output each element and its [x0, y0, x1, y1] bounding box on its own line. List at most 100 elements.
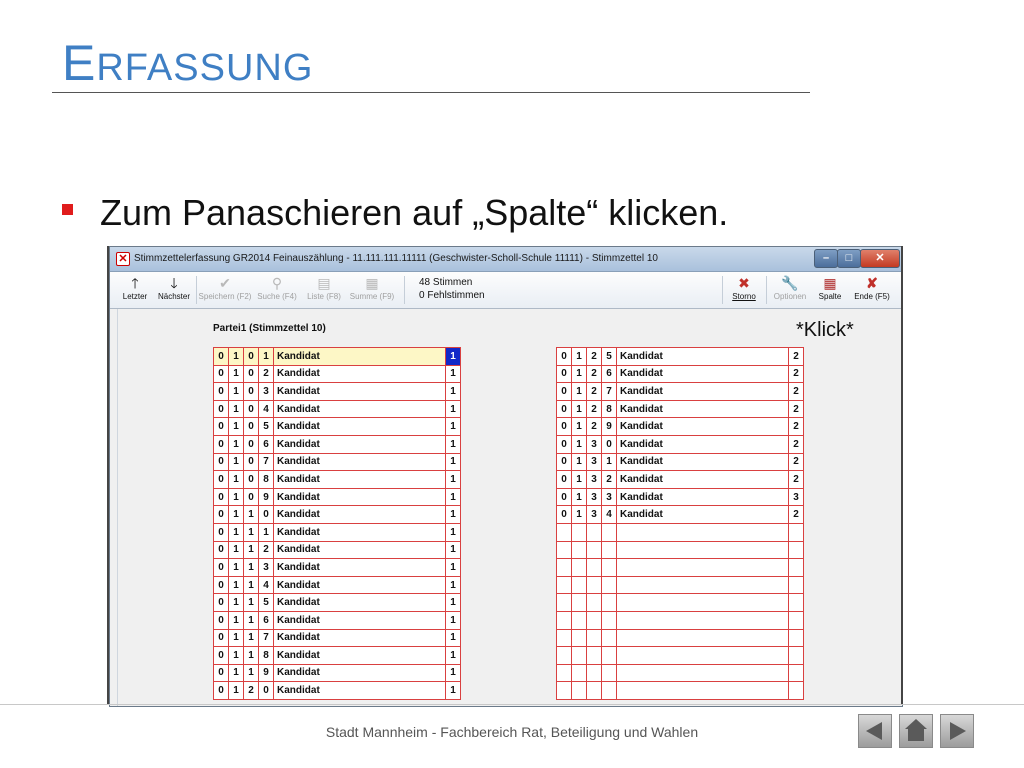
table-row[interactable] [556, 681, 804, 700]
vote-cell[interactable]: 1 [445, 434, 461, 454]
vote-cell[interactable] [788, 610, 804, 630]
vote-cell[interactable]: 2 [788, 505, 804, 524]
table-row[interactable]: 0 1 3 0 Kandidat 2 [556, 434, 804, 454]
vote-cell[interactable]: 2 [788, 347, 804, 366]
spalte-button[interactable]: ▦ Spalte [812, 274, 848, 306]
vote-cell[interactable]: 2 [788, 417, 804, 436]
vote-cell[interactable]: 1 [445, 593, 461, 612]
vote-cell[interactable]: 1 [445, 382, 461, 401]
vote-cell[interactable]: 1 [445, 575, 461, 595]
maximize-button[interactable]: □ [837, 249, 861, 268]
vote-cell[interactable]: 1 [445, 452, 461, 472]
vote-cell[interactable] [788, 646, 804, 665]
vote-cell[interactable] [788, 593, 804, 612]
table-row[interactable] [556, 575, 804, 595]
vote-cell[interactable]: 1 [445, 487, 461, 507]
table-row[interactable]: 0 1 1 1 Kandidat 1 [213, 522, 461, 542]
table-row[interactable]: 0 1 2 9 Kandidat 2 [556, 417, 804, 436]
vote-cell[interactable]: 2 [788, 434, 804, 454]
vote-cell[interactable]: 1 [445, 505, 461, 524]
vote-cell[interactable]: 2 [788, 364, 804, 384]
table-row[interactable]: 0 1 3 1 Kandidat 2 [556, 452, 804, 472]
table-row[interactable]: 0 1 0 8 Kandidat 1 [213, 470, 461, 489]
table-row[interactable]: 0 1 3 2 Kandidat 2 [556, 470, 804, 489]
digit-cell: 0 [213, 434, 229, 454]
speichern-button[interactable]: ✔ Speichern (F2) [198, 274, 252, 306]
table-row[interactable]: 0 1 1 5 Kandidat 1 [213, 593, 461, 612]
table-row[interactable] [556, 610, 804, 630]
vote-cell[interactable]: 1 [445, 681, 461, 700]
table-row[interactable]: 0 1 1 4 Kandidat 1 [213, 575, 461, 595]
table-row[interactable]: 0 1 1 3 Kandidat 1 [213, 558, 461, 577]
vote-cell[interactable]: 1 [445, 663, 461, 683]
vote-cell[interactable]: 1 [445, 470, 461, 489]
vote-cell[interactable]: 1 [445, 540, 461, 560]
table-row[interactable]: 0 1 0 7 Kandidat 1 [213, 452, 461, 472]
table-row[interactable]: 0 1 1 8 Kandidat 1 [213, 646, 461, 665]
table-row[interactable] [556, 628, 804, 648]
vote-cell[interactable]: 2 [788, 452, 804, 472]
letzter-button[interactable]: 🡑 Letzter [116, 274, 154, 306]
table-row[interactable]: 0 1 0 2 Kandidat 1 [213, 364, 461, 384]
table-row[interactable]: 0 1 3 3 Kandidat 3 [556, 487, 804, 507]
vote-cell[interactable]: 1 [445, 522, 461, 542]
table-row[interactable]: 0 1 1 7 Kandidat 1 [213, 628, 461, 648]
suche-button[interactable]: ⚲ Suche (F4) [254, 274, 300, 306]
vote-cell[interactable]: 1 [445, 628, 461, 648]
summe-button[interactable]: ▦ Summe (F9) [348, 274, 396, 306]
table-row[interactable] [556, 522, 804, 542]
vote-cell[interactable]: 2 [788, 399, 804, 419]
table-row[interactable]: 0 1 2 5 Kandidat 2 [556, 347, 804, 366]
table-row[interactable]: 0 1 1 9 Kandidat 1 [213, 663, 461, 683]
digit-cell [586, 522, 602, 542]
vote-cell[interactable]: 1 [445, 610, 461, 630]
table-row[interactable]: 0 1 2 6 Kandidat 2 [556, 364, 804, 384]
vote-cell[interactable]: 1 [445, 646, 461, 665]
table-row[interactable]: 0 1 1 0 Kandidat 1 [213, 505, 461, 524]
vote-cell[interactable]: 2 [788, 382, 804, 401]
table-row[interactable]: 0 1 0 4 Kandidat 1 [213, 399, 461, 419]
vote-cell[interactable]: 1 [445, 399, 461, 419]
table-row[interactable]: 0 1 2 0 Kandidat 1 [213, 681, 461, 700]
optionen-button[interactable]: 🔧 Optionen [770, 274, 810, 306]
table-row[interactable]: 0 1 2 8 Kandidat 2 [556, 399, 804, 419]
table-row[interactable]: 0 1 2 7 Kandidat 2 [556, 382, 804, 401]
vote-cell[interactable]: 1 [445, 417, 461, 436]
vote-cell[interactable]: 2 [788, 470, 804, 489]
minimize-button[interactable]: – [814, 249, 838, 268]
vote-cell[interactable] [788, 522, 804, 542]
table-row[interactable] [556, 593, 804, 612]
table-row[interactable]: 0 1 0 6 Kandidat 1 [213, 434, 461, 454]
table-row[interactable]: 0 1 0 5 Kandidat 1 [213, 417, 461, 436]
vote-cell[interactable]: 1 [445, 347, 461, 366]
liste-button[interactable]: ▤ Liste (F8) [302, 274, 346, 306]
table-row[interactable]: 0 1 0 3 Kandidat 1 [213, 382, 461, 401]
table-row[interactable]: 0 1 1 2 Kandidat 1 [213, 540, 461, 560]
window-titlebar[interactable]: ✕ Stimmzettelerfassung GR2014 Feinauszäh… [110, 247, 902, 272]
vote-cell[interactable]: 3 [788, 487, 804, 507]
vote-cell[interactable] [788, 628, 804, 648]
vote-cell[interactable] [788, 681, 804, 700]
table-row[interactable]: 0 1 0 9 Kandidat 1 [213, 487, 461, 507]
table-row[interactable]: 0 1 3 4 Kandidat 2 [556, 505, 804, 524]
digit-cell: 7 [258, 628, 274, 648]
vote-cell[interactable] [788, 558, 804, 577]
vote-cell[interactable]: 1 [445, 558, 461, 577]
table-row[interactable] [556, 663, 804, 683]
next-slide-button[interactable] [940, 714, 974, 748]
vote-cell[interactable] [788, 663, 804, 683]
naechster-button[interactable]: 🡓 Nächster [154, 274, 194, 306]
table-row[interactable] [556, 646, 804, 665]
home-button[interactable] [899, 714, 933, 748]
vote-cell[interactable] [788, 575, 804, 595]
close-window-button[interactable]: ✕ [860, 249, 900, 268]
table-row[interactable]: 0 1 1 6 Kandidat 1 [213, 610, 461, 630]
previous-slide-button[interactable] [858, 714, 892, 748]
storno-button[interactable]: ✖ Storno [726, 274, 762, 306]
vote-cell[interactable]: 1 [445, 364, 461, 384]
ende-button[interactable]: ✘ Ende (F5) [850, 274, 894, 306]
table-row[interactable]: 0 1 0 1 Kandidat 1 [213, 347, 461, 366]
table-row[interactable] [556, 558, 804, 577]
vote-cell[interactable] [788, 540, 804, 560]
table-row[interactable] [556, 540, 804, 560]
